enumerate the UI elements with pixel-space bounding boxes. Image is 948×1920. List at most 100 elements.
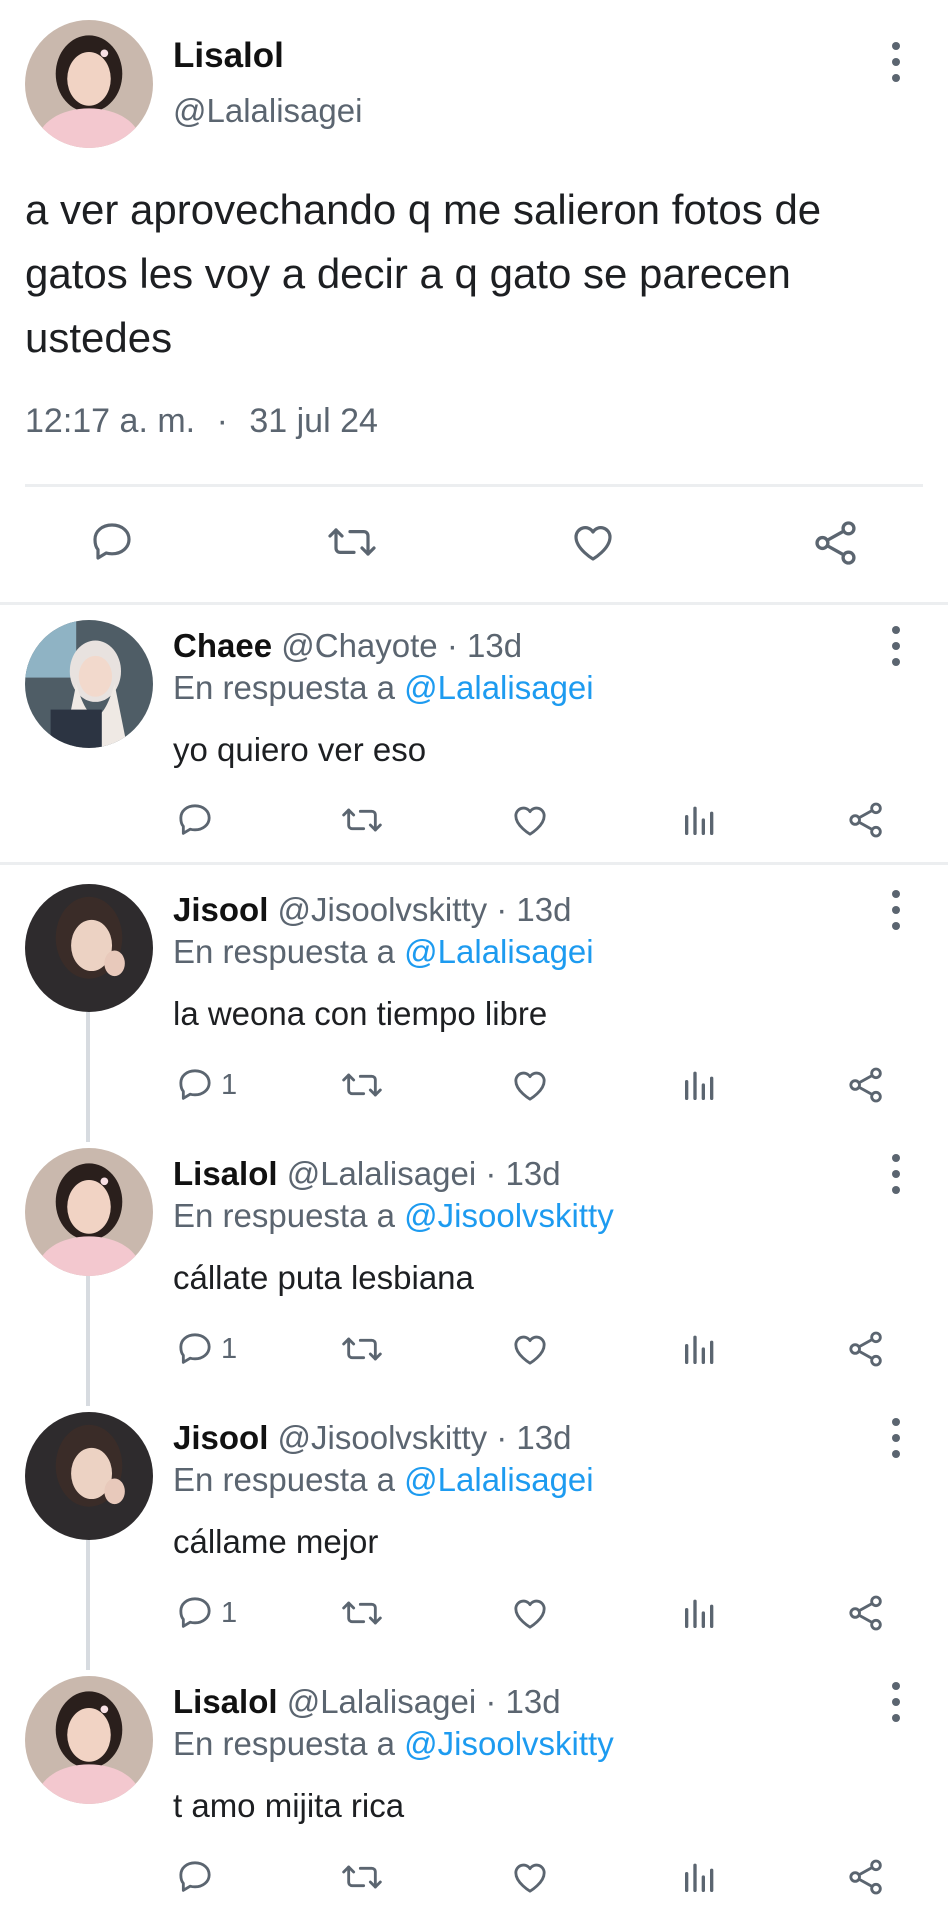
author-name[interactable]: Lisalol: [173, 36, 284, 76]
views-button[interactable]: [680, 1065, 720, 1105]
reply-prefix: En respuesta a: [173, 1197, 395, 1234]
reply-prefix: En respuesta a: [173, 933, 395, 970]
like-icon: [514, 1863, 546, 1893]
like-button[interactable]: [510, 1593, 550, 1633]
retweet-icon: [342, 808, 382, 832]
in-reply-to: En respuesta a @Jisoolvskitty: [173, 1725, 614, 1763]
reply-author-name[interactable]: Chaee: [173, 627, 272, 664]
more-icon[interactable]: [888, 626, 904, 666]
share-icon: [849, 1067, 882, 1103]
like-icon: [574, 526, 612, 561]
views-icon: [685, 1599, 714, 1628]
in-reply-to: En respuesta a @Lalalisagei: [173, 669, 594, 707]
avatar-main[interactable]: [25, 20, 153, 148]
views-button[interactable]: [680, 1329, 720, 1369]
share-icon: [849, 802, 882, 838]
reply-author-handle[interactable]: @Lalalisagei: [287, 1155, 476, 1192]
reply-age: 13d: [505, 1683, 561, 1720]
dot-separator: ·: [496, 1419, 508, 1456]
reply-text: t amo mijita rica: [173, 1787, 405, 1824]
reply-to-link[interactable]: @Jisoolvskitty: [404, 1197, 614, 1234]
share-button[interactable]: [846, 1857, 886, 1897]
thread-line: [86, 1540, 90, 1670]
reply-button[interactable]: 1: [175, 1329, 237, 1369]
share-button[interactable]: [811, 518, 861, 568]
reply-button[interactable]: [175, 800, 221, 840]
reply-header: Jisool @Jisoolvskitty · 13d: [173, 891, 571, 929]
reply-age: 13d: [516, 891, 572, 928]
retweet-button[interactable]: [340, 1065, 384, 1105]
reply-age: 13d: [505, 1155, 561, 1192]
share-button[interactable]: [846, 800, 886, 840]
share-button[interactable]: [846, 1329, 886, 1369]
thread-line: [86, 1012, 90, 1142]
retweet-button[interactable]: [340, 800, 384, 840]
more-icon[interactable]: [888, 1682, 904, 1722]
in-reply-to: En respuesta a @Jisoolvskitty: [173, 1197, 614, 1235]
retweet-button[interactable]: [340, 1329, 384, 1369]
share-icon: [849, 1595, 882, 1631]
like-icon: [514, 1335, 546, 1365]
reply-to-link[interactable]: @Lalalisagei: [404, 1461, 593, 1498]
views-button[interactable]: [680, 1857, 720, 1897]
reply-to-link[interactable]: @Lalalisagei: [404, 933, 593, 970]
views-icon: [685, 806, 714, 835]
tweet-time: 12:17 a. m.: [25, 402, 196, 440]
avatar-reply[interactable]: [25, 620, 153, 748]
reply-author-name[interactable]: Lisalol: [173, 1683, 278, 1720]
reply-header: Chaee @Chayote · 13d: [173, 627, 522, 665]
reply-icon: [179, 1597, 211, 1628]
views-button[interactable]: [680, 800, 720, 840]
reply-button[interactable]: 1: [175, 1065, 237, 1105]
reply-author-handle[interactable]: @Chayote: [281, 627, 437, 664]
tweet-date: 31 jul 24: [249, 402, 378, 440]
dot-separator: ·: [485, 1683, 497, 1720]
share-button[interactable]: [846, 1065, 886, 1105]
retweet-button[interactable]: [326, 518, 378, 566]
reply-age: 13d: [467, 627, 523, 664]
views-button[interactable]: [680, 1593, 720, 1633]
share-icon: [815, 521, 856, 565]
reply-header: Lisalol @Lalalisagei · 13d: [173, 1683, 561, 1721]
avatar-reply[interactable]: [25, 1148, 153, 1276]
reply-button[interactable]: 1: [175, 1593, 237, 1633]
more-icon[interactable]: [888, 42, 904, 82]
avatar-reply[interactable]: [25, 1676, 153, 1804]
more-icon[interactable]: [888, 1154, 904, 1194]
reply-author-handle[interactable]: @Jisoolvskitty: [278, 891, 488, 928]
like-icon: [514, 806, 546, 836]
more-icon[interactable]: [888, 1418, 904, 1458]
dot-separator: ·: [496, 891, 508, 928]
reply-to-link[interactable]: @Lalalisagei: [404, 669, 593, 706]
reply-author-handle[interactable]: @Jisoolvskitty: [278, 1419, 488, 1456]
dot-separator: ·: [446, 627, 458, 664]
like-button[interactable]: [510, 1065, 550, 1105]
reply-author-name[interactable]: Lisalol: [173, 1155, 278, 1192]
like-button[interactable]: [510, 1329, 550, 1369]
more-icon[interactable]: [888, 890, 904, 930]
reply-button[interactable]: [175, 1857, 221, 1897]
retweet-icon: [342, 1601, 382, 1625]
reply-button[interactable]: [88, 518, 136, 566]
like-button[interactable]: [569, 518, 617, 566]
thread-line: [86, 1276, 90, 1406]
share-icon: [849, 1331, 882, 1367]
avatar-reply[interactable]: [25, 1412, 153, 1540]
like-icon: [514, 1599, 546, 1629]
reply-author-name[interactable]: Jisool: [173, 1419, 268, 1456]
views-icon: [685, 1071, 714, 1100]
tweet-text: a ver aprovechando q me salieron fotos d…: [25, 186, 822, 361]
retweet-button[interactable]: [340, 1857, 384, 1897]
reply-author-handle[interactable]: @Lalalisagei: [287, 1683, 476, 1720]
reply-header: Lisalol @Lalalisagei · 13d: [173, 1155, 561, 1193]
author-handle[interactable]: @Lalalisagei: [173, 92, 362, 130]
avatar-reply[interactable]: [25, 884, 153, 1012]
reply-icon: [179, 804, 211, 835]
retweet-button[interactable]: [340, 1593, 384, 1633]
like-button[interactable]: [510, 1857, 550, 1897]
like-button[interactable]: [510, 800, 550, 840]
share-button[interactable]: [846, 1593, 886, 1633]
reply-author-name[interactable]: Jisool: [173, 891, 268, 928]
reply-prefix: En respuesta a: [173, 1725, 395, 1762]
reply-to-link[interactable]: @Jisoolvskitty: [404, 1725, 614, 1762]
